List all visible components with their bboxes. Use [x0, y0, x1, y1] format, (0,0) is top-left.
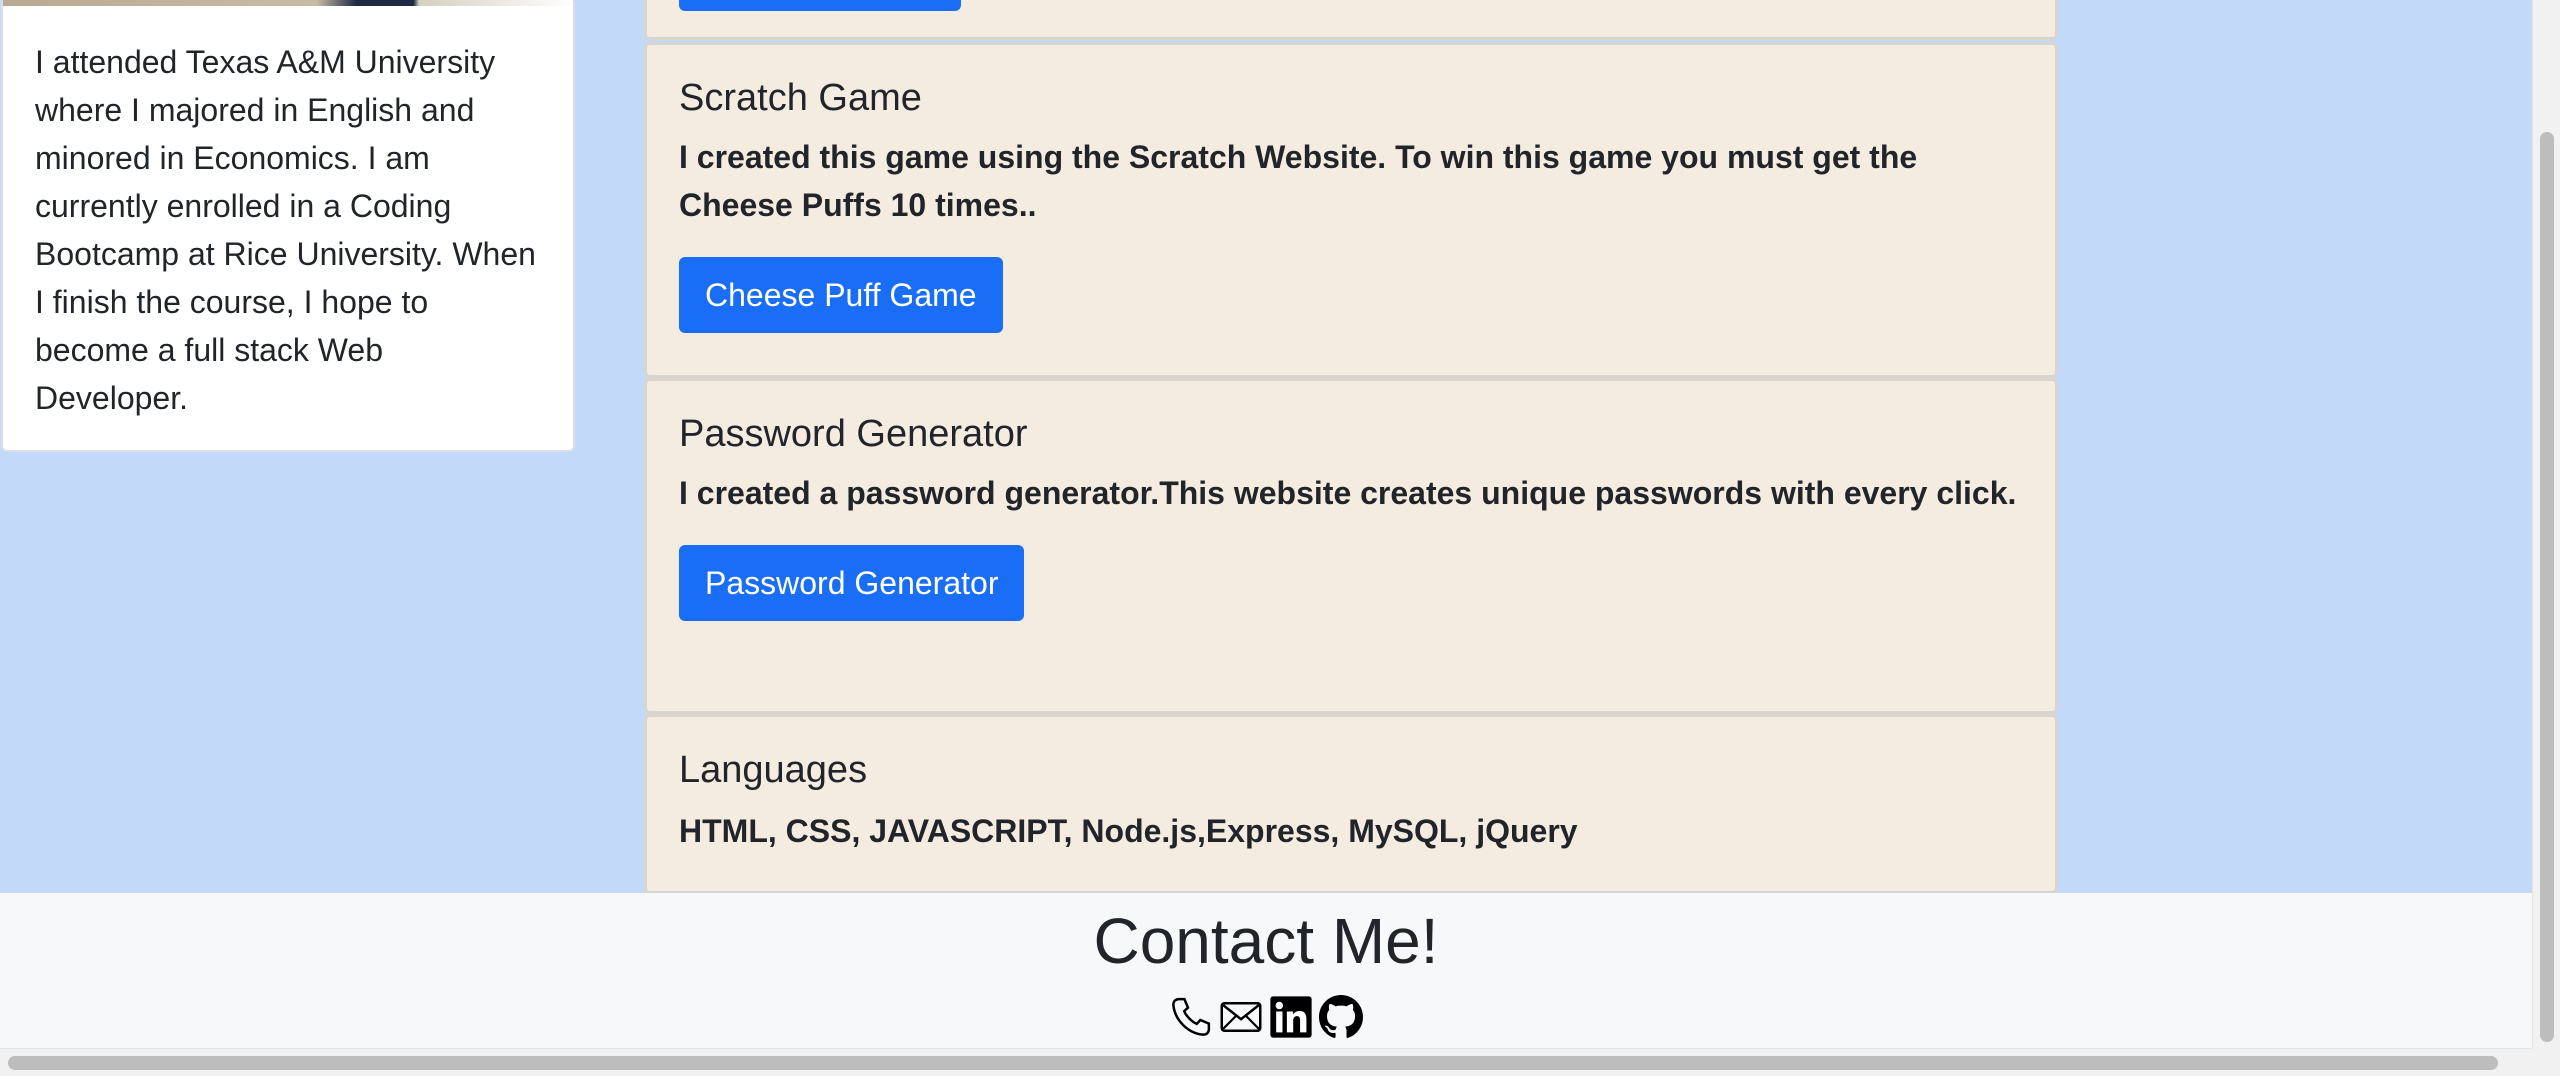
project-title: Scratch Game — [679, 77, 922, 119]
vertical-scrollbar[interactable] — [2532, 0, 2560, 1054]
cheese-puff-game-button[interactable]: Cheese Puff Game — [679, 257, 1003, 333]
vertical-scrollbar-thumb[interactable] — [2540, 132, 2554, 1042]
about-card: I attended Texas A&M University where I … — [1, 0, 575, 452]
scrollbar-corner — [2532, 1048, 2560, 1076]
languages-title: Languages — [679, 749, 868, 791]
project-title: Password Generator — [679, 413, 1028, 455]
horizontal-scrollbar[interactable] — [0, 1048, 2532, 1076]
project-card-previous — [644, 0, 2058, 40]
profile-photo — [3, 0, 573, 6]
project-button-previous[interactable] — [679, 0, 961, 11]
project-description: I created a password generator.This webs… — [679, 475, 2017, 511]
contact-icons — [0, 995, 2532, 1039]
contact-footer: Contact Me! — [0, 893, 2532, 1054]
page-viewport: I attended Texas A&M University where I … — [0, 0, 2532, 1054]
phone-icon[interactable] — [1169, 995, 1213, 1039]
email-icon[interactable] — [1219, 995, 1263, 1039]
contact-title: Contact Me! — [1093, 905, 1439, 977]
languages-list: HTML, CSS, JAVASCRIPT, Node.js,Express, … — [679, 813, 1578, 849]
about-text: I attended Texas A&M University where I … — [35, 44, 536, 416]
horizontal-scrollbar-thumb[interactable] — [8, 1056, 2498, 1070]
password-generator-button[interactable]: Password Generator — [679, 545, 1025, 621]
languages-card: Languages HTML, CSS, JAVASCRIPT, Node.js… — [644, 714, 2058, 894]
linkedin-icon[interactable] — [1269, 995, 1313, 1039]
github-icon[interactable] — [1319, 995, 1363, 1039]
project-card-scratch-game: Scratch Game I created this game using t… — [644, 42, 2058, 378]
project-description: I created this game using the Scratch We… — [679, 139, 1918, 223]
project-card-password-generator: Password Generator I created a password … — [644, 378, 2058, 714]
